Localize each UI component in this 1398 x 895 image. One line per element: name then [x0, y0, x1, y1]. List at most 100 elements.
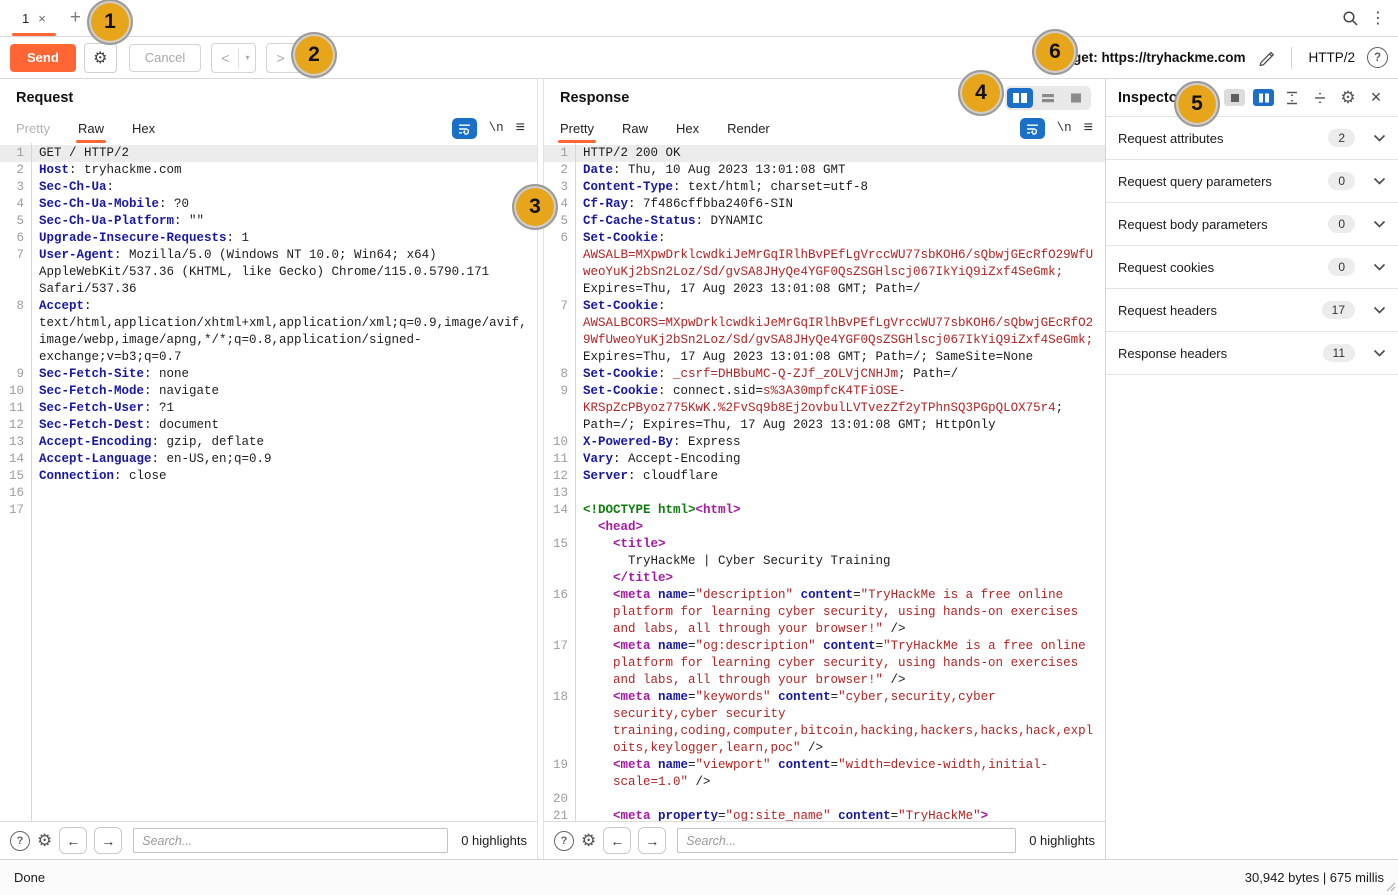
line-number: 5	[0, 213, 31, 230]
layout-single-button[interactable]	[1063, 88, 1089, 108]
code-line: <head>	[544, 519, 1105, 536]
code-line: 12Server: cloudflare	[544, 468, 1105, 485]
code-line: 7User-Agent: Mozilla/5.0 (Windows NT 10.…	[0, 247, 537, 298]
find-help-icon[interactable]: ?	[10, 831, 30, 851]
inspector-close-icon[interactable]: ×	[1366, 87, 1386, 108]
find-help-icon[interactable]: ?	[554, 831, 574, 851]
tab-pretty[interactable]: Pretty	[16, 113, 50, 143]
annotation-4: 4	[958, 70, 1004, 116]
cancel-button[interactable]: Cancel	[129, 44, 201, 72]
response-editor[interactable]: 1HTTP/2 200 OK2Date: Thu, 10 Aug 2023 13…	[544, 143, 1105, 821]
response-search-input[interactable]	[677, 828, 1016, 853]
line-number: 14	[544, 502, 575, 519]
forward-arrow-label[interactable]: >	[267, 44, 293, 72]
line-number: 19	[544, 757, 575, 791]
tab-pretty[interactable]: Pretty	[560, 113, 594, 143]
line-number: 12	[0, 417, 31, 434]
response-panel: Response Pretty Raw Hex Render \n	[544, 79, 1105, 859]
repeater-tab-bar: 1 × + ⋮	[0, 0, 1398, 37]
back-arrow-label[interactable]: <	[212, 44, 238, 72]
find-settings-icon[interactable]: ⚙	[581, 831, 596, 851]
tab-raw[interactable]: Raw	[78, 113, 104, 143]
inspector-section-request-cookies[interactable]: Request cookies0	[1106, 246, 1398, 289]
tab-hex[interactable]: Hex	[132, 113, 155, 143]
send-button[interactable]: Send	[10, 44, 76, 72]
search-icon[interactable]	[1336, 0, 1364, 36]
inspector-dock-left-toggle[interactable]	[1224, 89, 1245, 106]
inspector-section-request-query-parameters[interactable]: Request query parameters0	[1106, 160, 1398, 203]
collapse-all-icon[interactable]	[1310, 91, 1330, 105]
code-line: 19<meta name="viewport" content="width=d…	[544, 757, 1105, 791]
inspector-section-request-attributes[interactable]: Request attributes2	[1106, 117, 1398, 160]
tab-render[interactable]: Render	[727, 113, 770, 143]
chevron-down-icon[interactable]	[1373, 303, 1386, 318]
line-number: 13	[544, 485, 575, 502]
request-view-tabs: Pretty Raw Hex \n ≡	[0, 113, 537, 143]
word-wrap-toggle-icon[interactable]	[452, 118, 477, 139]
inspector-settings-icon[interactable]: ⚙	[1338, 88, 1358, 108]
chevron-down-icon[interactable]	[1373, 131, 1386, 146]
editor-menu-icon[interactable]: ≡	[516, 119, 525, 137]
section-label: Request cookies	[1118, 260, 1328, 275]
send-settings-button[interactable]: ⚙	[84, 43, 117, 73]
inspector-section-request-headers[interactable]: Request headers17	[1106, 289, 1398, 332]
chevron-down-icon[interactable]	[1373, 346, 1386, 361]
find-next-button[interactable]: →	[638, 827, 666, 854]
code-line: 14<!DOCTYPE html><html>	[544, 502, 1105, 519]
request-editor[interactable]: 1GET / HTTP/22Host: tryhackme.com3Sec-Ch…	[0, 143, 537, 821]
line-number: 2	[0, 162, 31, 179]
help-icon[interactable]: ?	[1367, 47, 1388, 68]
show-newlines-toggle[interactable]: \n	[1057, 121, 1072, 135]
find-settings-icon[interactable]: ⚙	[37, 831, 52, 851]
line-number: 14	[0, 451, 31, 468]
status-message: Done	[14, 870, 45, 885]
line-number: 1	[0, 145, 31, 162]
repeater-toolbar: Send ⚙ Cancel < ▾ > ▾ Target: https://tr…	[0, 37, 1398, 79]
line-number: 12	[544, 468, 575, 485]
code-line: 11Sec-Fetch-User: ?1	[0, 400, 537, 417]
section-label: Request headers	[1118, 303, 1322, 318]
line-number: 1	[544, 145, 575, 162]
find-previous-button[interactable]: ←	[59, 827, 87, 854]
back-dropdown-icon[interactable]: ▾	[239, 44, 255, 72]
tabbar-spacer	[91, 0, 1336, 36]
line-number	[544, 570, 575, 587]
find-previous-button[interactable]: ←	[603, 827, 631, 854]
code-line: 2Host: tryhackme.com	[0, 162, 537, 179]
annotation-3: 3	[512, 184, 558, 230]
tab-hex[interactable]: Hex	[676, 113, 699, 143]
request-search-input[interactable]	[133, 828, 448, 853]
inspector-section-response-headers[interactable]: Response headers11	[1106, 332, 1398, 375]
chevron-down-icon[interactable]	[1373, 217, 1386, 232]
edit-target-icon[interactable]	[1253, 45, 1279, 71]
expand-all-icon[interactable]	[1282, 91, 1302, 105]
code-line: 16<meta name="description" content="TryH…	[544, 587, 1105, 638]
request-highlights-count: 0 highlights	[461, 833, 527, 848]
chevron-down-icon[interactable]	[1373, 174, 1386, 189]
show-newlines-toggle[interactable]: \n	[489, 121, 504, 135]
overflow-menu-icon[interactable]: ⋮	[1364, 0, 1398, 36]
word-wrap-toggle-icon[interactable]	[1020, 118, 1045, 139]
code-line: 9Set-Cookie: connect.sid=s%3A30mpfcK4TFi…	[544, 383, 1105, 434]
editor-menu-icon[interactable]: ≡	[1084, 119, 1093, 137]
line-number: 6	[0, 230, 31, 247]
resize-grip[interactable]	[1384, 880, 1396, 892]
line-number	[544, 519, 575, 536]
line-number: 15	[0, 468, 31, 485]
find-next-button[interactable]: →	[94, 827, 122, 854]
repeater-tab-1[interactable]: 1 ×	[8, 0, 60, 36]
chevron-down-icon[interactable]	[1373, 260, 1386, 275]
tab-raw[interactable]: Raw	[622, 113, 648, 143]
layout-columns-button[interactable]	[1007, 88, 1033, 108]
response-metrics: 30,942 bytes | 675 millis	[1245, 870, 1384, 885]
tab-close-icon[interactable]: ×	[38, 11, 46, 26]
annotation-1: 1	[87, 0, 133, 45]
back-history-button[interactable]: < ▾	[211, 43, 256, 73]
response-panel-header: Response	[544, 79, 1105, 113]
inspector-dock-right-toggle[interactable]	[1253, 89, 1274, 106]
code-line: 18<meta name="keywords" content="cyber,s…	[544, 689, 1105, 757]
layout-rows-button[interactable]	[1035, 88, 1061, 108]
line-number: 13	[0, 434, 31, 451]
inspector-section-request-body-parameters[interactable]: Request body parameters0	[1106, 203, 1398, 246]
code-line: 8Set-Cookie: _csrf=DHBbuMC-Q-ZJf_zOLVjCN…	[544, 366, 1105, 383]
